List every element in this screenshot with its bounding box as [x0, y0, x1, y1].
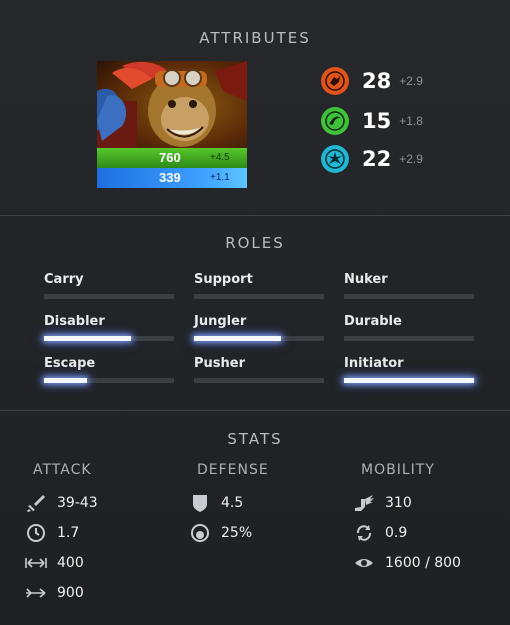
mana-value: 339 — [159, 170, 181, 185]
role-bar-fill — [194, 336, 282, 341]
defense-heading: DEFENSE — [197, 462, 269, 478]
roles-title: ROLES — [225, 234, 285, 252]
sword-icon — [25, 492, 47, 514]
hero-portrait — [97, 61, 247, 149]
winged-boot-icon — [353, 492, 375, 514]
mana-regen: +1.1 — [210, 172, 230, 183]
role-label: Escape — [44, 356, 96, 371]
role-initiator: Initiator — [344, 356, 474, 383]
role-label: Disabler — [44, 314, 105, 329]
clock-icon — [25, 522, 47, 544]
attack-heading: ATTACK — [33, 462, 92, 478]
role-label: Nuker — [344, 272, 388, 287]
role-bar — [194, 294, 324, 299]
role-bar — [344, 294, 474, 299]
role-bar — [344, 378, 474, 383]
role-label: Support — [194, 272, 253, 287]
mana-bar: 339 +1.1 — [97, 168, 247, 188]
move-speed-value: 310 — [385, 495, 412, 511]
role-pusher: Pusher — [194, 356, 324, 383]
vision-value: 1600 / 800 — [385, 555, 461, 571]
strength-row: 28 +2.9 — [321, 66, 423, 96]
shield-icon — [189, 492, 211, 514]
intelligence-burst-icon — [321, 145, 349, 173]
stat-move-speed: 310 — [353, 492, 412, 514]
role-bar — [344, 336, 474, 341]
role-carry: Carry — [44, 272, 174, 299]
attributes-title: ATTRIBUTES — [199, 29, 311, 47]
role-bar — [44, 378, 174, 383]
strength-fist-icon — [321, 67, 349, 95]
role-disabler: Disabler — [44, 314, 174, 341]
intelligence-row: 22 +2.9 — [321, 144, 423, 174]
role-support: Support — [194, 272, 324, 299]
strength-gain: +2.9 — [399, 74, 423, 88]
turn-rate-value: 0.9 — [385, 525, 408, 541]
role-label: Initiator — [344, 356, 404, 371]
stat-armor: 4.5 — [189, 492, 243, 514]
turn-rate-icon — [353, 522, 375, 544]
role-label: Durable — [344, 314, 402, 329]
stats-title: STATS — [227, 430, 283, 448]
armor-value: 4.5 — [221, 495, 244, 511]
role-nuker: Nuker — [344, 272, 474, 299]
agility-value: 15 — [362, 109, 392, 133]
role-label: Pusher — [194, 356, 246, 371]
stat-attack-time: 1.7 — [25, 522, 79, 544]
role-bar — [44, 294, 174, 299]
role-jungler: Jungler — [194, 314, 324, 341]
stat-vision: 1600 / 800 — [353, 552, 461, 574]
stat-turn-rate: 0.9 — [353, 522, 407, 544]
role-bar-fill — [344, 378, 474, 383]
agility-row: 15 +1.8 — [321, 106, 423, 136]
role-bar-fill — [44, 378, 87, 383]
agility-gain: +1.8 — [399, 114, 423, 128]
stat-damage: 39-43 — [25, 492, 98, 514]
role-bar — [44, 336, 174, 341]
stat-magic-resistance: 25% — [189, 522, 252, 544]
stat-attack-range: 400 — [25, 552, 84, 574]
attack-range-value: 400 — [57, 555, 84, 571]
health-regen: +4.5 — [210, 152, 230, 163]
health-bar: 760 +4.5 — [97, 148, 247, 168]
role-durable: Durable — [344, 314, 474, 341]
role-escape: Escape — [44, 356, 174, 383]
intelligence-value: 22 — [362, 147, 392, 171]
attributes-divider — [0, 215, 510, 216]
role-label: Carry — [44, 272, 84, 287]
arrow-icon — [25, 582, 47, 604]
projectile-speed-value: 900 — [57, 585, 84, 601]
health-value: 760 — [159, 150, 181, 165]
eye-icon — [353, 552, 375, 574]
stat-projectile-speed: 900 — [25, 582, 84, 604]
role-bar — [194, 336, 324, 341]
damage-value: 39-43 — [57, 495, 98, 511]
agility-swirl-icon — [321, 107, 349, 135]
magic-resistance-icon — [189, 522, 211, 544]
range-arrows-icon — [25, 552, 47, 574]
mobility-heading: MOBILITY — [361, 462, 435, 478]
magic-resistance-value: 25% — [221, 525, 253, 541]
role-label: Jungler — [194, 314, 247, 329]
strength-value: 28 — [362, 69, 392, 93]
roles-divider — [0, 410, 510, 411]
role-bar — [194, 378, 324, 383]
role-bar-fill — [44, 336, 132, 341]
intelligence-gain: +2.9 — [399, 152, 423, 166]
attack-time-value: 1.7 — [57, 525, 80, 541]
